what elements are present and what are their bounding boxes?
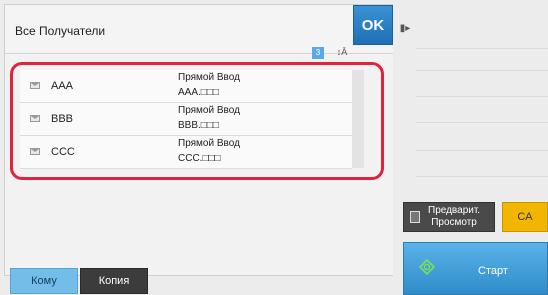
preview-icon [410, 211, 420, 223]
dialog-title: Все Получатели [15, 24, 106, 38]
start-label: Старт [478, 265, 508, 277]
preview-button[interactable]: Предварит. Просмотр [403, 202, 495, 232]
tab-to[interactable]: Кому [10, 268, 78, 294]
preview-label-line1: Предварит. [428, 205, 481, 216]
start-button[interactable]: Старт [403, 242, 548, 295]
clear-all-button[interactable]: CA [502, 202, 548, 232]
right-panel-lines [416, 0, 548, 190]
preview-label: Предварит. Просмотр [428, 205, 480, 229]
recipient-count-badge: 3 [312, 47, 324, 59]
sort-icon[interactable]: ↕Ā [334, 44, 350, 60]
ok-button[interactable]: OK [353, 5, 393, 45]
preview-label-line2: Просмотр [431, 217, 477, 228]
expand-arrow-icon[interactable]: ▮▸ [395, 10, 415, 46]
tab-cc[interactable]: Копия [80, 268, 148, 294]
screen: Все Получатели OK 3 ↕Ā AAA Прямой Ввод A… [0, 0, 548, 295]
list-highlight-frame [10, 62, 384, 180]
start-icon [419, 259, 435, 275]
